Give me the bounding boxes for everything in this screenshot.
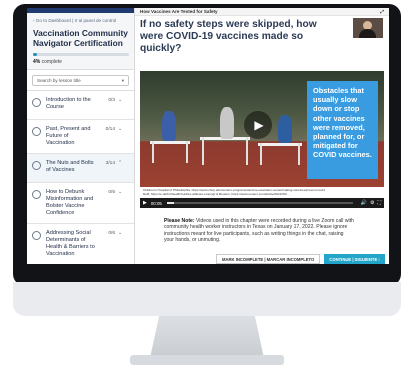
- hurdle-bar: [258, 143, 302, 146]
- recording-note: Please Note: Videos used in this chapter…: [164, 218, 354, 244]
- screen: ‹ Go to Dashboard | Ir al panel de contr…: [27, 8, 389, 264]
- video-callout-box: Obstacles that usually slow down or stop…: [307, 81, 378, 179]
- lesson-item[interactable]: The Nuts and Bolts of Vaccines 3/14 ⌃: [27, 154, 134, 183]
- presenter-thumbnail: [353, 18, 383, 38]
- hurdle-leg: [202, 137, 204, 165]
- course-title: Vaccination Community Navigator Certific…: [33, 28, 128, 48]
- lesson-item[interactable]: Addressing Social Determinants of Health…: [27, 224, 134, 264]
- progress-suffix: complete: [41, 59, 62, 65]
- settings-gear-icon[interactable]: ⚙: [370, 200, 374, 206]
- hurdle-bar: [150, 141, 190, 144]
- lesson-actions: MARK INCOMPLETE | MARCAR INCOMPLETO CONT…: [216, 254, 385, 264]
- chevron-down-icon[interactable]: ⌄: [118, 126, 122, 132]
- status-circle-icon: [32, 161, 41, 170]
- course-sidebar: ‹ Go to Dashboard | Ir al panel de contr…: [27, 8, 135, 264]
- chevron-up-icon[interactable]: ⌃: [118, 160, 122, 166]
- note-label: Please Note:: [164, 218, 195, 224]
- status-circle-icon: [32, 98, 41, 107]
- presenter-body: [359, 29, 376, 38]
- status-circle-icon: [32, 127, 41, 136]
- runner-figure: [278, 115, 292, 143]
- lesson-count: 0/6: [108, 190, 115, 195]
- lesson-item[interactable]: Introduction to the Course 0/3 ⌄: [27, 91, 134, 120]
- expand-icon[interactable]: ⤢: [380, 9, 384, 14]
- monitor-base: [130, 355, 284, 365]
- course-header: ‹ Go to Dashboard | Ir al panel de contr…: [27, 13, 134, 70]
- video-player[interactable]: ▶ Obstacles that usually slow down or st…: [140, 71, 384, 208]
- course-progress-bar: [33, 53, 129, 56]
- lesson-count: 0/14: [105, 127, 115, 132]
- chevron-down-icon[interactable]: ⌄: [118, 97, 122, 103]
- lesson-title: Past, Present and Future of Vaccination: [46, 126, 91, 146]
- hurdle-leg: [298, 143, 300, 165]
- runner-figure: [162, 111, 176, 141]
- lesson-title: The Nuts and Bolts of Vaccines: [46, 160, 94, 173]
- monitor-stand: [150, 316, 264, 358]
- lesson-content: How Vaccines Are Tested for Safety ⤢ If …: [135, 8, 389, 264]
- lesson-list: Introduction to the Course 0/3 ⌄ Past, P…: [27, 90, 134, 264]
- chevron-down-icon[interactable]: ⌄: [118, 230, 122, 236]
- video-controls: ▶ 00:05 🔊 ⚙ ⛶: [140, 198, 384, 208]
- play-button[interactable]: ▶: [244, 111, 272, 139]
- fullscreen-icon[interactable]: ⛶: [377, 200, 381, 206]
- lesson-heading: If no safety steps were skipped, how wer…: [140, 19, 317, 54]
- status-circle-icon: [32, 190, 41, 199]
- lesson-count: 0/6: [108, 231, 115, 236]
- lesson-item[interactable]: How to Debunk Misinformation and Bolster…: [27, 183, 134, 224]
- hurdle-leg: [186, 141, 188, 163]
- play-icon: ▶: [254, 118, 264, 132]
- hurdle-leg: [260, 143, 262, 165]
- caret-down-icon: ▾: [121, 77, 124, 83]
- video-scrubber-fill: [166, 202, 175, 204]
- lesson-search-select[interactable]: Search by lesson title ▾: [32, 75, 129, 86]
- lesson-topbar-title: How Vaccines Are Tested for Safety: [140, 9, 218, 14]
- progress-label: 4% complete: [33, 59, 128, 65]
- progress-value: 4%: [33, 59, 41, 65]
- monitor-chin: [13, 282, 401, 316]
- hurdles-scene-image: ▶ Obstacles that usually slow down or st…: [140, 71, 384, 187]
- mark-incomplete-button[interactable]: MARK INCOMPLETE | MARCAR INCOMPLETO: [216, 254, 321, 264]
- hurdle-leg: [246, 137, 248, 165]
- lesson-search-placeholder: Search by lesson title: [37, 78, 81, 83]
- lesson-title: Introduction to the Course: [46, 97, 91, 110]
- lesson-title: How to Debunk Misinformation and Bolster…: [46, 189, 94, 216]
- lesson-top-bar: How Vaccines Are Tested for Safety ⤢: [135, 8, 389, 16]
- lesson-title: Addressing Social Determinants of Health…: [46, 230, 95, 257]
- continue-button[interactable]: CONTINUE | SIGUIENTE ›: [324, 254, 385, 264]
- lesson-item[interactable]: Past, Present and Future of Vaccination …: [27, 120, 134, 154]
- caption-line: Delfi, https://e.delfi.lt/health/hurdles…: [143, 192, 290, 196]
- status-circle-icon: [32, 231, 41, 240]
- runner-figure: [220, 107, 234, 139]
- course-progress-fill: [33, 53, 37, 56]
- play-icon[interactable]: ▶: [143, 200, 147, 206]
- volume-icon[interactable]: 🔊: [361, 200, 367, 206]
- video-source-caption: Children's Hospital of Philadelphia. htt…: [140, 187, 384, 198]
- dashboard-link[interactable]: ‹ Go to Dashboard | Ir al panel de contr…: [33, 18, 128, 23]
- hurdle-leg: [152, 141, 154, 163]
- chevron-down-icon[interactable]: ⌄: [118, 189, 122, 195]
- video-time: 00:05: [150, 200, 162, 206]
- video-scrubber[interactable]: [166, 202, 353, 204]
- lesson-count: 0/3: [108, 98, 115, 103]
- video-callout-text: Obstacles that usually slow down or stop…: [313, 86, 372, 160]
- lesson-count: 3/14: [105, 161, 115, 166]
